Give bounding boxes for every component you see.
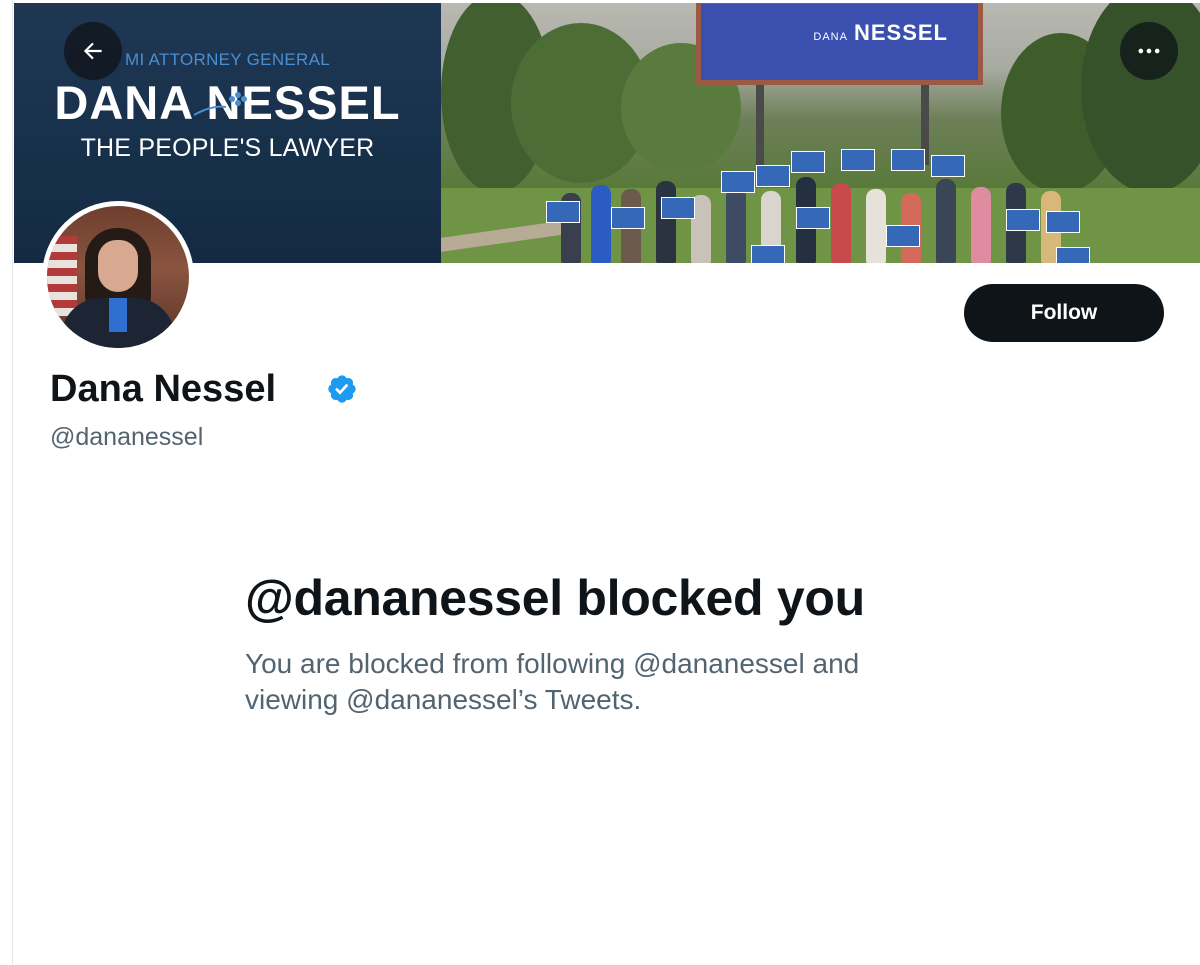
avatar-photo: [47, 206, 189, 348]
verified-badge-icon: [328, 375, 356, 403]
person: [936, 179, 956, 263]
person: [656, 181, 676, 263]
flower-logo-icon: [193, 92, 247, 116]
follow-button[interactable]: Follow: [964, 284, 1164, 342]
blocked-title: @dananessel blocked you: [245, 570, 865, 626]
campaign-sign: [796, 207, 830, 229]
avatar[interactable]: [42, 201, 194, 353]
banner-tagline: THE PEOPLE'S LAWYER: [80, 134, 375, 162]
campaign-sign: [891, 149, 925, 171]
person: [971, 187, 991, 263]
column-border: [12, 0, 13, 965]
campaign-sign: [546, 201, 580, 223]
campaign-sign: [791, 151, 825, 173]
flag: [47, 236, 77, 316]
display-name: Dana Nessel: [50, 368, 277, 410]
campaign-sign: [841, 149, 875, 171]
arrow-left-icon: [83, 42, 102, 60]
campaign-sign: [1006, 209, 1040, 231]
campaign-sign: [721, 171, 755, 193]
billboard-pole: [756, 85, 764, 165]
campaign-sign: [931, 155, 965, 177]
person: [831, 183, 851, 263]
profile-banner[interactable]: MI ATTORNEY GENERAL DANA NESSEL THE PEOP…: [14, 3, 1200, 263]
campaign-sign: [611, 207, 645, 229]
billboard: DANA NESSEL: [696, 3, 983, 85]
person: [866, 189, 886, 263]
profile-page: MI ATTORNEY GENERAL DANA NESSEL THE PEOP…: [0, 0, 1200, 965]
blocked-description: You are blocked from following @dananess…: [245, 648, 860, 715]
more-horizontal-icon: [1138, 48, 1160, 54]
more-options-button[interactable]: [1120, 22, 1178, 80]
campaign-sign: [756, 165, 790, 187]
crowd: [541, 149, 1101, 263]
person: [726, 187, 746, 263]
back-button[interactable]: [64, 22, 122, 80]
billboard-text: DANA NESSEL: [813, 20, 948, 45]
banner-rally-photo: DANA NESSEL: [441, 3, 1200, 263]
campaign-sign: [751, 245, 785, 263]
person: [591, 185, 611, 263]
campaign-sign: [661, 197, 695, 219]
campaign-sign: [1046, 211, 1080, 233]
handle: @dananessel: [50, 423, 204, 451]
shirt: [109, 298, 127, 332]
face: [98, 240, 138, 292]
campaign-sign: [1056, 247, 1090, 263]
campaign-sign: [886, 225, 920, 247]
